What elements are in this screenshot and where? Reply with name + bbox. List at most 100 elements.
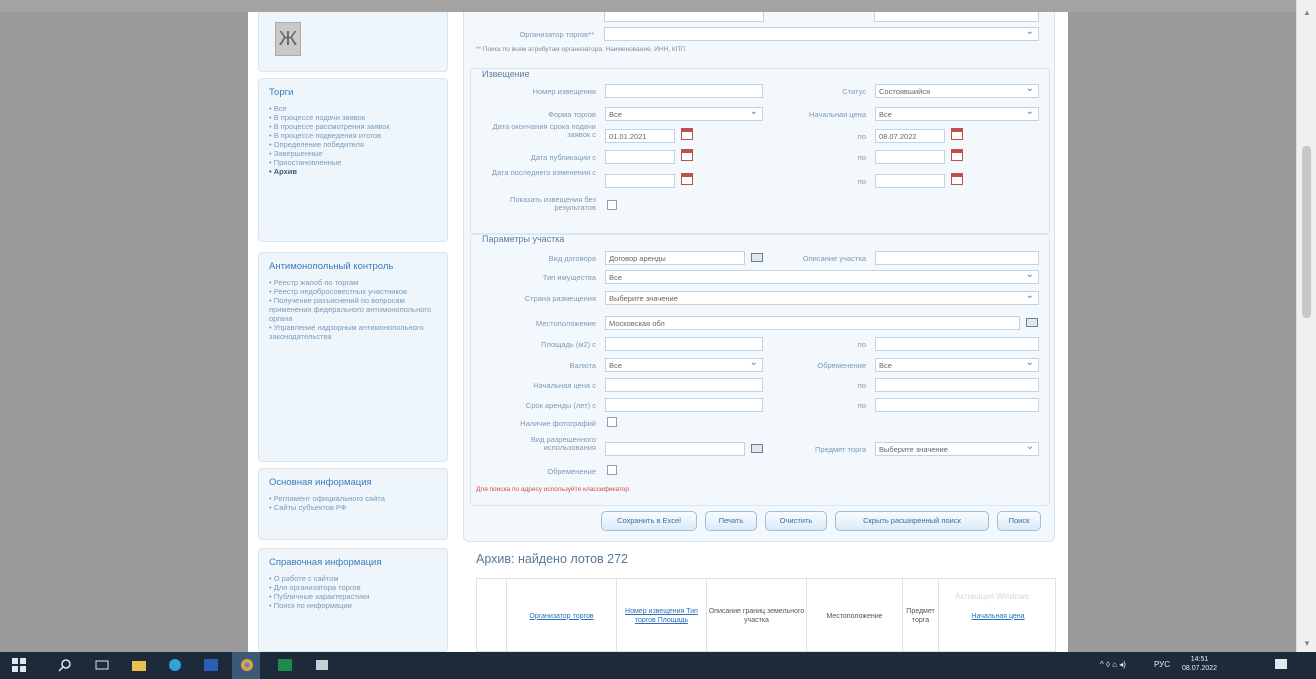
print-button[interactable]: Печать xyxy=(705,511,757,531)
date-deadline-to[interactable]: 08.07.2022 xyxy=(875,129,945,143)
photo-label: Наличие фотографий xyxy=(520,419,596,428)
calendar-icon[interactable] xyxy=(681,149,693,161)
lookup-icon[interactable] xyxy=(1026,318,1038,327)
date-pub-from[interactable] xyxy=(605,150,675,164)
sidebar-item[interactable]: • Публичные характеристики xyxy=(269,592,437,601)
currency-label: Валюта xyxy=(569,361,596,370)
column-organizer[interactable]: Организатор торгов xyxy=(507,579,617,652)
browser-icon[interactable] xyxy=(168,658,182,672)
top-input-partial[interactable] xyxy=(604,12,764,22)
to-label: по xyxy=(857,132,866,141)
windows-activation-watermark: Активация Windows xyxy=(955,592,1029,601)
permitted-use-input[interactable] xyxy=(605,442,745,456)
contract-input[interactable]: Договор аренды xyxy=(605,251,745,265)
lookup-icon[interactable] xyxy=(751,444,763,453)
sidebar-item[interactable]: • Все xyxy=(269,104,437,113)
area-from-input[interactable] xyxy=(605,337,763,351)
date-change-to[interactable] xyxy=(875,174,945,188)
location-input[interactable]: Московская обл xyxy=(605,316,1020,330)
column-start-price[interactable]: Начальная цена xyxy=(939,579,1057,652)
search-button[interactable]: Поиск xyxy=(997,511,1041,531)
vertical-scrollbar[interactable]: ▲ ▼ xyxy=(1296,0,1316,652)
hide-advanced-search-button[interactable]: Скрыть расширенный поиск xyxy=(835,511,989,531)
sidebar-item[interactable]: • Завершенные xyxy=(269,149,437,158)
calendar-icon[interactable] xyxy=(951,173,963,185)
currency-select[interactable]: Все xyxy=(605,358,763,372)
notification-icon[interactable] xyxy=(1274,658,1288,672)
export-excel-button[interactable]: Сохранить в Excel xyxy=(601,511,697,531)
sidebar-item[interactable]: • Определение победителя xyxy=(269,140,437,149)
photo-checkbox[interactable] xyxy=(607,417,617,427)
clock-date: 08.07.2022 xyxy=(1182,665,1218,672)
task-view-icon[interactable] xyxy=(95,658,109,672)
clock[interactable]: 14:51 08.07.2022 xyxy=(1182,655,1217,673)
scrollbar-thumb[interactable] xyxy=(1302,146,1311,318)
country-select[interactable]: Выберите значение xyxy=(605,291,1039,305)
sidebar-item-archive[interactable]: • Архив xyxy=(269,167,437,176)
lot-desc-label: Описание участка xyxy=(802,254,866,263)
show-no-result-checkbox[interactable] xyxy=(607,200,617,210)
notice-number-input[interactable] xyxy=(605,84,763,98)
sidebar-item[interactable]: • Получение разъяснений по вопросам прим… xyxy=(269,296,437,323)
sidebar-item[interactable]: • Регламент официального сайта xyxy=(269,494,437,503)
org-label: Организатор торгов** xyxy=(519,30,594,39)
price-from-input[interactable] xyxy=(605,378,763,392)
sidebar-item[interactable]: • Поиск по информации xyxy=(269,601,437,610)
burden-checkbox[interactable] xyxy=(607,465,617,475)
sidebar-item[interactable]: • Приостановленные xyxy=(269,158,437,167)
sidebar-item[interactable]: • В процессе рассмотрения заявок xyxy=(269,122,437,131)
to-label: по xyxy=(857,381,866,390)
sidebar-title-antimonopoly: Антимонопольный контроль xyxy=(269,261,394,272)
tray-icons[interactable]: ^ ◊ ⌂ ◂) xyxy=(1100,660,1126,669)
date-change-from[interactable] xyxy=(605,174,675,188)
organizer-select[interactable] xyxy=(604,27,1039,41)
clear-button[interactable]: Очистить xyxy=(765,511,827,531)
term-to-input[interactable] xyxy=(875,398,1039,412)
encumbrance-select[interactable]: Все xyxy=(875,358,1039,372)
property-type-select[interactable]: Все xyxy=(605,270,1039,284)
sidebar-item[interactable]: • Реестр недобросовестных участников xyxy=(269,287,437,296)
sidebar-item[interactable]: • В процессе подведения итогов xyxy=(269,131,437,140)
calendar-icon[interactable] xyxy=(951,128,963,140)
app-icon[interactable] xyxy=(315,658,329,672)
sidebar-item[interactable]: • Сайты субъектов РФ xyxy=(269,503,437,512)
calendar-icon[interactable] xyxy=(681,173,693,185)
date-deadline-from[interactable]: 01.01.2021 xyxy=(605,129,675,143)
calendar-icon[interactable] xyxy=(681,128,693,140)
column-location: Местоположение xyxy=(807,579,903,652)
term-from-input[interactable] xyxy=(605,398,763,412)
method-select[interactable]: Все xyxy=(875,107,1039,121)
scroll-down-icon[interactable]: ▼ xyxy=(1303,639,1311,648)
search-icon[interactable] xyxy=(58,658,72,672)
file-explorer-icon[interactable] xyxy=(132,658,146,672)
lot-desc-input[interactable] xyxy=(875,251,1039,265)
sidebar-item[interactable]: • В процессе подачи заявок xyxy=(269,113,437,122)
area-to-input[interactable] xyxy=(875,337,1039,351)
sidebar-item[interactable]: • О работе с сайтом xyxy=(269,574,437,583)
chrome-icon[interactable] xyxy=(240,658,254,672)
column-notice-number[interactable]: Номер извещения Тип торгов Площадь xyxy=(617,579,707,652)
method-label: Начальная цена xyxy=(809,110,866,119)
date-pub-to[interactable] xyxy=(875,150,945,164)
top-input-partial-right[interactable] xyxy=(874,12,1039,22)
windows-taskbar: ^ ◊ ⌂ ◂) РУС 14:51 08.07.2022 xyxy=(0,652,1316,679)
subject-select[interactable]: Выберите значение xyxy=(875,442,1039,456)
excel-icon[interactable] xyxy=(278,658,292,672)
windows-start-icon[interactable] xyxy=(12,658,26,672)
desktop-background-left xyxy=(0,0,248,652)
sidebar-item[interactable]: • Для организатора торгов xyxy=(269,583,437,592)
word-icon[interactable] xyxy=(204,658,218,672)
results-title: Архив: найдено лотов 272 xyxy=(476,552,628,566)
permitted-use-label: Вид разрешенного использования xyxy=(530,435,596,452)
sidebar-item[interactable]: • Реестр жалоб по торгам xyxy=(269,278,437,287)
status-select[interactable]: Состоявшийся xyxy=(875,84,1039,98)
scroll-up-icon[interactable]: ▲ xyxy=(1303,8,1311,17)
form-select[interactable]: Все xyxy=(605,107,763,121)
sidebar-box-reference: Справочная информация • О работе с сайто… xyxy=(258,548,448,652)
price-to-input[interactable] xyxy=(875,378,1039,392)
calendar-icon[interactable] xyxy=(951,149,963,161)
language-indicator[interactable]: РУС xyxy=(1154,660,1170,669)
lookup-icon[interactable] xyxy=(751,253,763,262)
sidebar-item[interactable]: • Управление надзорным антимонопольного … xyxy=(269,323,437,341)
subject-label: Предмет торга xyxy=(815,445,866,454)
